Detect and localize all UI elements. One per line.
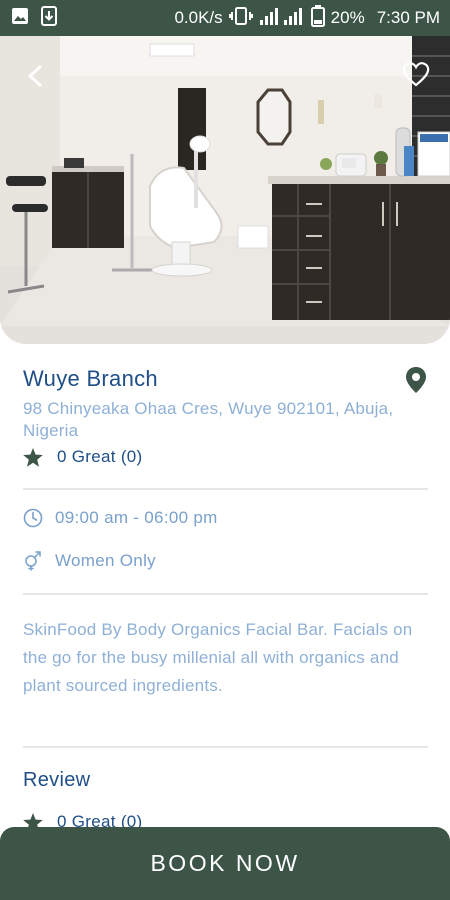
review-heading: Review — [23, 769, 91, 791]
map-pin-icon — [406, 367, 426, 393]
book-now-button[interactable]: BOOK NOW — [0, 827, 450, 900]
back-arrow-icon — [28, 65, 42, 87]
clock-time: 7:30 PM — [376, 8, 440, 27]
gender-icon — [25, 551, 41, 571]
signal-icon — [259, 6, 305, 31]
branch-description: SkinFood By Body Organics Facial Bar. Fa… — [23, 620, 413, 695]
back-button[interactable] — [20, 60, 52, 92]
heart-icon — [402, 62, 430, 87]
map-button[interactable] — [404, 366, 428, 394]
clock-icon — [23, 508, 43, 528]
vibrate-icon — [228, 6, 253, 31]
branch-details: Wuye Branch 98 Chinyeaka Ohaa Cres, Wuye… — [0, 344, 450, 832]
opening-hours: 09:00 am - 06:00 pm — [23, 508, 218, 528]
network-speed: 0.0K/s — [174, 8, 223, 27]
branch-name: Wuye Branch — [23, 366, 158, 391]
favorite-button[interactable] — [400, 58, 432, 90]
star-icon — [23, 447, 43, 467]
battery-icon — [310, 4, 325, 32]
divider — [23, 488, 428, 490]
rating-summary: 0 Great (0) — [23, 447, 143, 467]
download-icon — [40, 5, 58, 31]
clinic-room-illustration — [0, 36, 450, 344]
status-bar: 0.0K/s 20% 7:30 PM — [0, 0, 450, 36]
audience-info: Women Only — [23, 551, 156, 571]
branch-photo — [0, 36, 450, 344]
hours-text: 09:00 am - 06:00 pm — [55, 508, 218, 527]
battery-percent: 20% — [330, 8, 365, 27]
divider — [23, 746, 428, 748]
image-icon — [10, 6, 30, 31]
branch-address: 98 Chinyeaka Ohaa Cres, Wuye 902101, Abu… — [23, 399, 394, 440]
audience-text: Women Only — [55, 551, 156, 570]
divider — [23, 593, 428, 595]
rating-label: 0 Great (0) — [57, 447, 143, 466]
